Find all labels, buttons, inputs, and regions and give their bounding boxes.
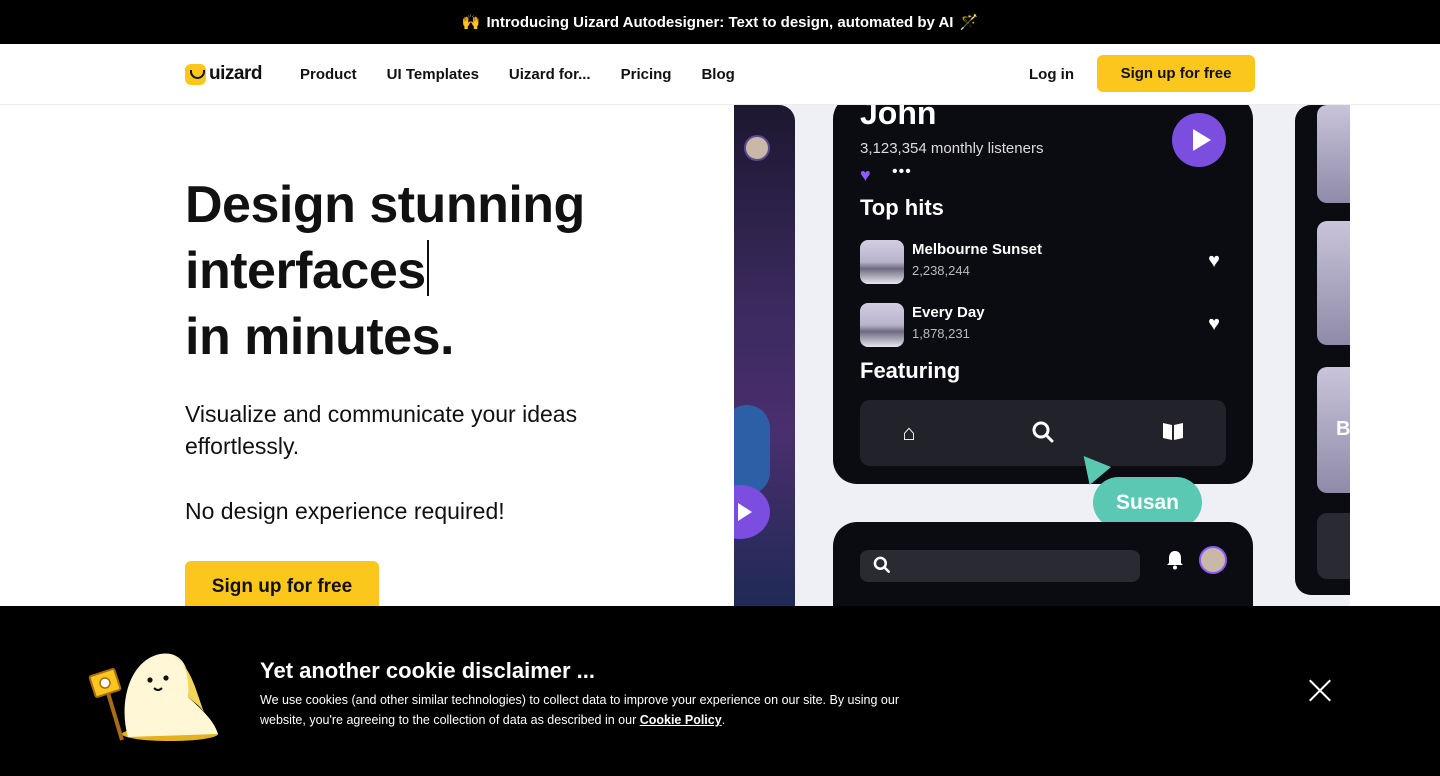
dark-tile	[1317, 513, 1350, 579]
hero-title-line3: in minutes.	[185, 308, 454, 366]
nav-link-ui-templates[interactable]: UI Templates	[387, 66, 479, 83]
nav-link-pricing[interactable]: Pricing	[621, 66, 672, 83]
featuring-heading: Featuring	[860, 358, 961, 383]
nav-link-blog[interactable]: Blog	[701, 66, 734, 83]
cookie-banner: Yet another cookie disclaimer ... We use…	[0, 606, 1440, 776]
announcement-bar[interactable]: 🙌 Introducing Uizard Autodesigner: Text …	[0, 0, 1440, 44]
heart-icon: ♥	[1208, 313, 1220, 335]
cookie-title: Yet another cookie disclaimer ...	[260, 658, 596, 683]
top-hits-heading: Top hits	[860, 195, 944, 220]
album-thumbnail	[860, 303, 904, 347]
track-item: Every Day 1,878,231 ♥	[860, 303, 1220, 347]
avatar	[744, 135, 770, 161]
showcase-card-left	[734, 105, 795, 606]
app-tab-bar: ⌂	[860, 400, 1226, 466]
mock-search-bar	[860, 550, 1140, 582]
magic-wand-icon: 🪄	[959, 14, 979, 31]
cookie-description: We use cookies (and other similar techno…	[260, 690, 900, 730]
home-icon: ⌂	[902, 420, 916, 445]
announcement-text[interactable]: Introducing Uizard Autodesigner: Text to…	[487, 14, 954, 31]
track-plays: 1,878,231	[912, 326, 970, 341]
logo[interactable]: uizard	[185, 63, 262, 85]
nav-links: Product UI Templates Uizard for... Prici…	[300, 66, 735, 83]
uizard-logo-icon	[185, 63, 206, 85]
nav-signup-button[interactable]: Sign up for free	[1097, 55, 1255, 92]
track-name: Every Day	[912, 304, 985, 321]
login-link[interactable]: Log in	[1029, 66, 1074, 83]
music-app-mockup: John 3,123,354 monthly listeners ♥ ••• T…	[833, 105, 1253, 484]
seal-mascot-icon	[88, 653, 218, 741]
hero-subtitle: Visualize and communicate your ideas eff…	[185, 401, 578, 459]
heart-icon: ♥	[1208, 250, 1220, 272]
hero-subtitle-secondary: No design experience required!	[185, 498, 505, 524]
image-tile	[1317, 221, 1350, 345]
showcase-card-right: B	[1295, 105, 1350, 595]
play-icon	[734, 485, 770, 539]
logo-text: uizard	[209, 63, 262, 84]
avatar	[1199, 546, 1227, 574]
hero-title: Design stunning interfaces in minutes.	[185, 172, 705, 370]
track-item: Melbourne Sunset 2,238,244 ♥	[860, 240, 1220, 284]
hero-title-line1: Design stunning	[185, 176, 585, 234]
image-tile	[1317, 105, 1350, 203]
hero-showcase-video[interactable]: John 3,123,354 monthly listeners ♥ ••• T…	[734, 105, 1350, 606]
top-navigation: uizard Product UI Templates Uizard for..…	[0, 44, 1440, 105]
collaborator-cursor-label: Susan	[1093, 477, 1202, 528]
heart-icon: ♥	[860, 165, 871, 185]
search-icon	[872, 554, 892, 581]
decorative-shape	[734, 405, 770, 495]
text-caret	[426, 240, 429, 296]
book-icon	[1160, 420, 1186, 446]
cookie-text-end: .	[721, 713, 726, 727]
hero-title-line2: interfaces	[185, 242, 426, 300]
track-plays: 2,238,244	[912, 263, 970, 278]
cookie-policy-link[interactable]: Cookie Policy	[640, 713, 722, 727]
nav-link-product[interactable]: Product	[300, 66, 357, 83]
album-thumbnail	[860, 240, 904, 284]
more-icon: •••	[892, 163, 912, 180]
music-app-mockup-secondary	[833, 522, 1253, 606]
track-name: Melbourne Sunset	[912, 241, 1043, 258]
nav-link-uizard-for[interactable]: Uizard for...	[509, 66, 591, 83]
cookie-text: We use cookies (and other similar techno…	[260, 693, 899, 727]
play-icon	[1172, 113, 1226, 167]
search-icon	[1030, 420, 1056, 446]
artist-name: John	[860, 105, 937, 131]
tile-letter: B	[1336, 418, 1350, 440]
monthly-listeners: 3,123,354 monthly listeners	[860, 140, 1044, 157]
bell-icon	[1166, 550, 1184, 575]
close-icon[interactable]	[1305, 676, 1335, 706]
raised-hands-icon: 🙌	[461, 14, 481, 31]
